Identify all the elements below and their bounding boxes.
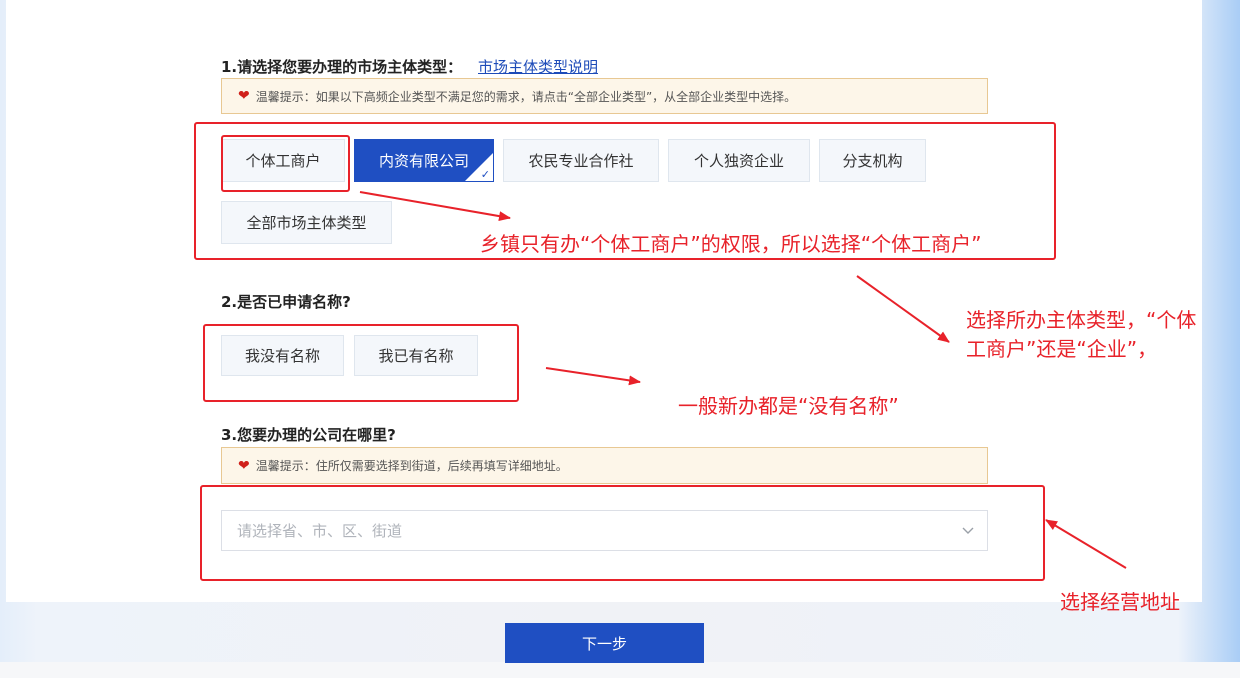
annotation-no-name: 一般新办都是“没有名称” bbox=[678, 394, 899, 418]
annotation-entity-type-line2: 工商户”还是“企业”， bbox=[966, 337, 1158, 361]
annotation-address: 选择经营地址 bbox=[1060, 590, 1180, 614]
arrow-to-entity-type-note bbox=[856, 275, 950, 343]
arrow-to-name-note bbox=[545, 367, 641, 386]
annotation-individual-business: 乡镇只有办“个体工商户”的权限，所以选择“个体工商户” bbox=[480, 232, 982, 256]
arrow-to-address-box bbox=[1045, 519, 1127, 569]
arrow-to-individual-business-note bbox=[359, 191, 511, 222]
annotation-entity-type-line1: 选择所办主体类型，“个体 bbox=[966, 308, 1197, 332]
